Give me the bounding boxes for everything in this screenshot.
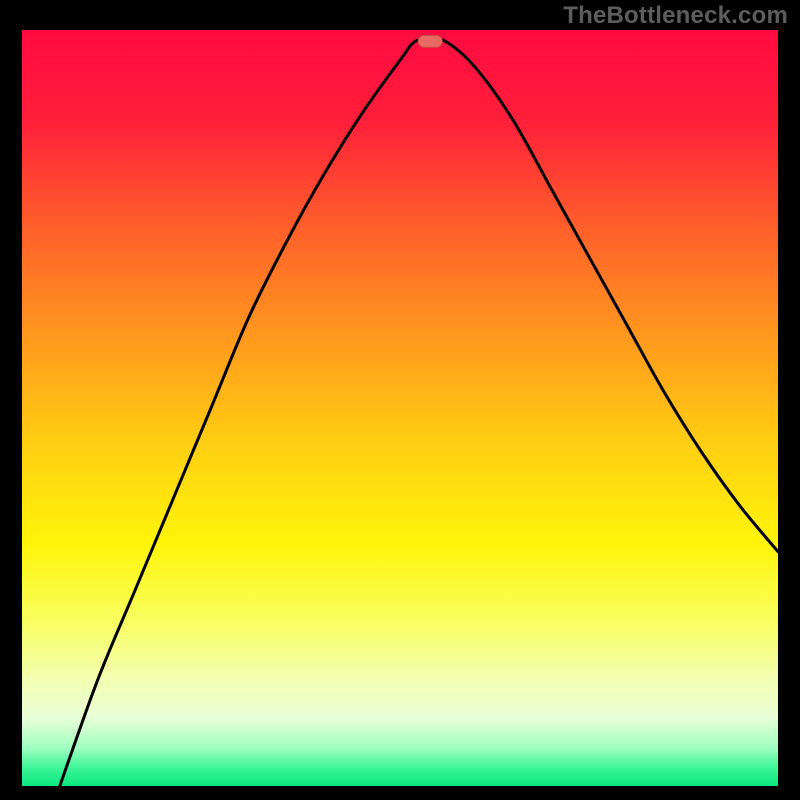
plot-area [22, 30, 778, 786]
bottleneck-chart [22, 30, 778, 786]
watermark-text: TheBottleneck.com [563, 2, 788, 30]
optimal-marker [418, 35, 442, 47]
chart-container: TheBottleneck.com [0, 0, 800, 800]
gradient-background [22, 30, 778, 786]
